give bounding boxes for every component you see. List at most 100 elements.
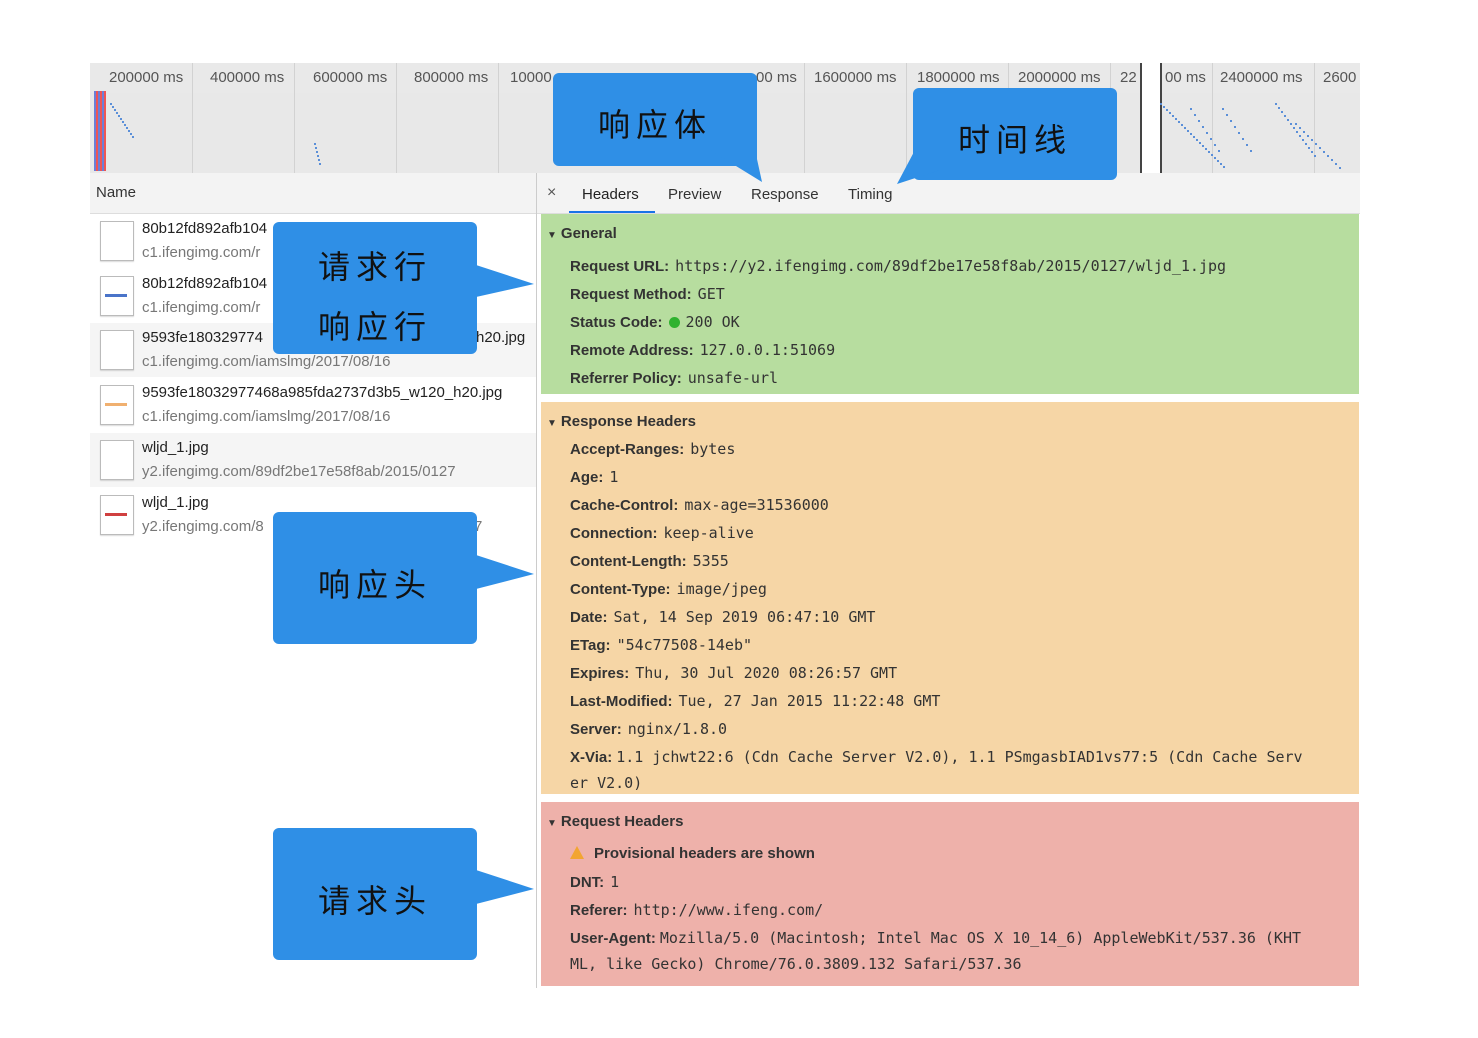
field-key: Status Code:	[570, 314, 663, 331]
waterfall-dot	[1284, 115, 1286, 117]
response-header-field: Content-Length: 5355	[570, 552, 729, 570]
field-value: Tue, 27 Jan 2015 11:22:48 GMT	[678, 692, 941, 710]
waterfall-dot	[1169, 112, 1171, 114]
overview-tick: 400000 ms	[210, 69, 285, 86]
response-header-field: Accept-Ranges: bytes	[570, 440, 735, 458]
request-header-field: DNT: 1	[570, 873, 619, 891]
waterfall-dot	[1242, 138, 1244, 140]
waterfall-dot	[124, 124, 126, 126]
waterfall-dot	[1194, 114, 1196, 116]
image-thumbnail-icon	[100, 221, 134, 261]
field-value: max-age=31536000	[684, 496, 829, 514]
waterfall-dot	[1278, 107, 1280, 109]
response-headers-title: Response Headers	[560, 413, 696, 430]
field-key: Referer:	[570, 902, 628, 919]
image-thumbnail-icon	[100, 385, 134, 425]
waterfall-dot	[126, 127, 128, 129]
field-key: DNT:	[570, 874, 605, 891]
response-headers-toggle[interactable]: ▼ Response Headers	[547, 413, 696, 430]
waterfall-dot	[1218, 150, 1220, 152]
request-name: wljd_1.jpg	[142, 439, 209, 456]
callout-request-headers: 请求头	[273, 828, 477, 960]
general-field: Request URL: https://y2.ifengimg.com/89df…	[570, 257, 1226, 275]
response-header-field: Connection: keep-alive	[570, 524, 754, 542]
overview-gridline	[1212, 63, 1213, 173]
overview-tick: 800000 ms	[414, 69, 489, 86]
request-name: wljd_1.jpg	[142, 494, 209, 511]
field-value: http://www.ifeng.com/	[633, 901, 824, 919]
field-key: Connection:	[570, 525, 658, 542]
callout-label: 响应体	[597, 106, 712, 144]
overview-tick: 10000	[510, 69, 552, 86]
waterfall-dot	[1299, 127, 1301, 129]
request-headers-toggle[interactable]: ▼ Request Headers	[547, 813, 683, 830]
waterfall-dot	[1206, 132, 1208, 134]
collapse-triangle-icon: ▼	[547, 230, 557, 241]
name-column-label: Name	[96, 184, 137, 201]
waterfall-dot	[118, 115, 120, 117]
general-field: Remote Address: 127.0.0.1:51069	[570, 341, 835, 359]
general-field: Referrer Policy: unsafe-url	[570, 369, 778, 387]
waterfall-dot	[1303, 131, 1305, 133]
waterfall-dot	[1290, 123, 1292, 125]
waterfall-dot	[1293, 127, 1295, 129]
waterfall-dot	[1234, 126, 1236, 128]
overview-tick: 2000000 ms	[1018, 69, 1101, 86]
response-header-field: Server: nginx/1.8.0	[570, 720, 727, 738]
request-headers-section: ▼ Request Headers Provisional headers are…	[541, 802, 1359, 986]
close-icon[interactable]: ×	[547, 184, 556, 202]
waterfall-dot	[1311, 151, 1313, 153]
callout-request-response-line-pointer	[476, 265, 534, 297]
waterfall-dot	[1202, 126, 1204, 128]
waterfall-dot	[120, 118, 122, 120]
field-value: https://y2.ifengimg.com/89df2be17e58f8ab…	[675, 257, 1227, 275]
overview-selection-handle[interactable]	[1140, 63, 1162, 173]
tab-headers[interactable]: Headers	[582, 186, 639, 203]
field-key: ETag:	[570, 637, 611, 654]
image-thumbnail-icon	[100, 276, 134, 316]
waterfall-dot	[318, 159, 320, 161]
request-row[interactable]: 9593fe18032977468a985fda2737d3b5_w120_h2…	[90, 378, 536, 432]
field-key: User-Agent:	[570, 930, 656, 947]
name-column-header[interactable]: Name	[90, 173, 536, 214]
field-key: Content-Length:	[570, 553, 687, 570]
waterfall-dot	[112, 106, 114, 108]
request-row[interactable]: wljd_1.jpg y2.ifengimg.com/89df2be17e58f…	[90, 433, 536, 487]
field-value: 1	[609, 468, 619, 486]
field-key: Last-Modified:	[570, 693, 673, 710]
tab-timing[interactable]: Timing	[848, 186, 892, 203]
field-key: Request Method:	[570, 286, 692, 303]
collapse-triangle-icon: ▼	[547, 818, 557, 829]
request-header-field: User-Agent: Mozilla/5.0 (Macintosh; Intel…	[570, 929, 1301, 947]
waterfall-dot	[1222, 108, 1224, 110]
general-toggle[interactable]: ▼ General	[547, 225, 617, 242]
waterfall-dot	[1175, 118, 1177, 120]
field-value: 1	[610, 873, 620, 891]
field-value: Sat, 14 Sep 2019 06:47:10 GMT	[613, 608, 876, 626]
panel-divider[interactable]	[536, 173, 537, 988]
field-key: Age:	[570, 469, 604, 486]
waterfall-dot	[1217, 160, 1219, 162]
waterfall-dot	[130, 133, 132, 135]
waterfall-dot	[1230, 120, 1232, 122]
request-headers-title: Request Headers	[560, 813, 684, 830]
general-field: Request Method: GET	[570, 285, 725, 303]
general-field: Status Code: 200 OK	[570, 313, 740, 331]
field-value: 1.1 jchwt22:6 (Cdn Cache Server V2.0), 1…	[616, 748, 1303, 766]
waterfall-dot	[1199, 142, 1201, 144]
overview-gridline	[192, 63, 193, 173]
waterfall-dot	[1187, 130, 1189, 132]
request-header-field: Referer: http://www.ifeng.com/	[570, 901, 823, 919]
response-header-field: Age: 1	[570, 468, 618, 486]
waterfall-dot	[1208, 151, 1210, 153]
request-path: c1.ifengimg.com/r	[142, 244, 261, 261]
waterfall-dot	[1323, 151, 1325, 153]
waterfall-dot	[1163, 106, 1165, 108]
field-value: ML, like Gecko) Chrome/76.0.3809.132 Saf…	[570, 955, 1022, 973]
field-value: GET	[697, 285, 725, 303]
active-tab-indicator	[569, 211, 655, 213]
field-key: Content-Type:	[570, 581, 671, 598]
waterfall-dot	[1220, 163, 1222, 165]
waterfall-dot	[1308, 147, 1310, 149]
waterfall-dot	[116, 112, 118, 114]
